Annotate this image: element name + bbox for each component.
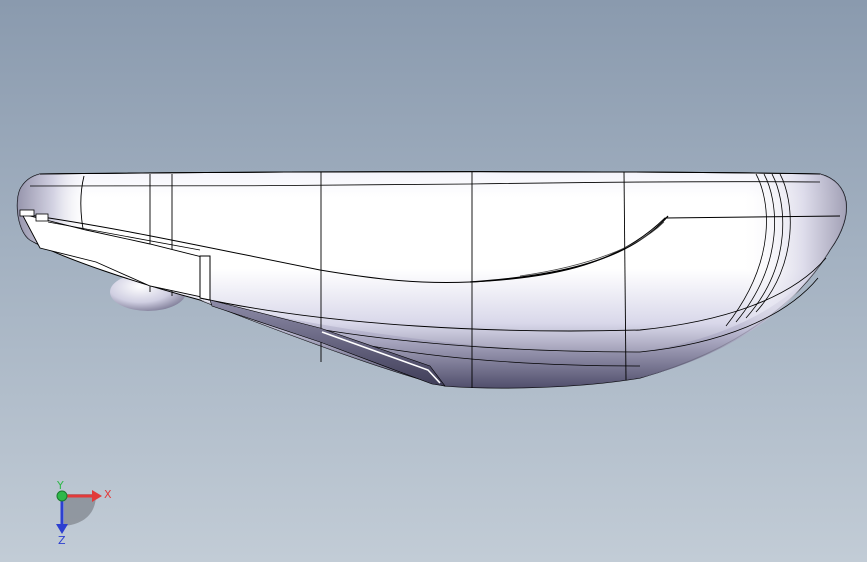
recess-slot <box>199 255 211 301</box>
z-axis-head <box>56 524 68 534</box>
reference-triad: X Y Z <box>56 479 112 547</box>
x-axis-head <box>92 490 102 502</box>
nose-slot-2 <box>35 213 49 222</box>
tail-shading <box>740 172 847 334</box>
nose-slot-1 <box>19 209 35 217</box>
z-axis-label: Z <box>58 534 66 547</box>
y-axis-label: Y <box>56 479 64 492</box>
cad-model[interactable] <box>0 0 867 562</box>
y-axis-dot <box>56 490 68 502</box>
graphics-viewport[interactable]: X Y Z <box>0 0 867 562</box>
x-axis-label: X <box>104 488 112 501</box>
triad-shadow <box>64 494 96 526</box>
